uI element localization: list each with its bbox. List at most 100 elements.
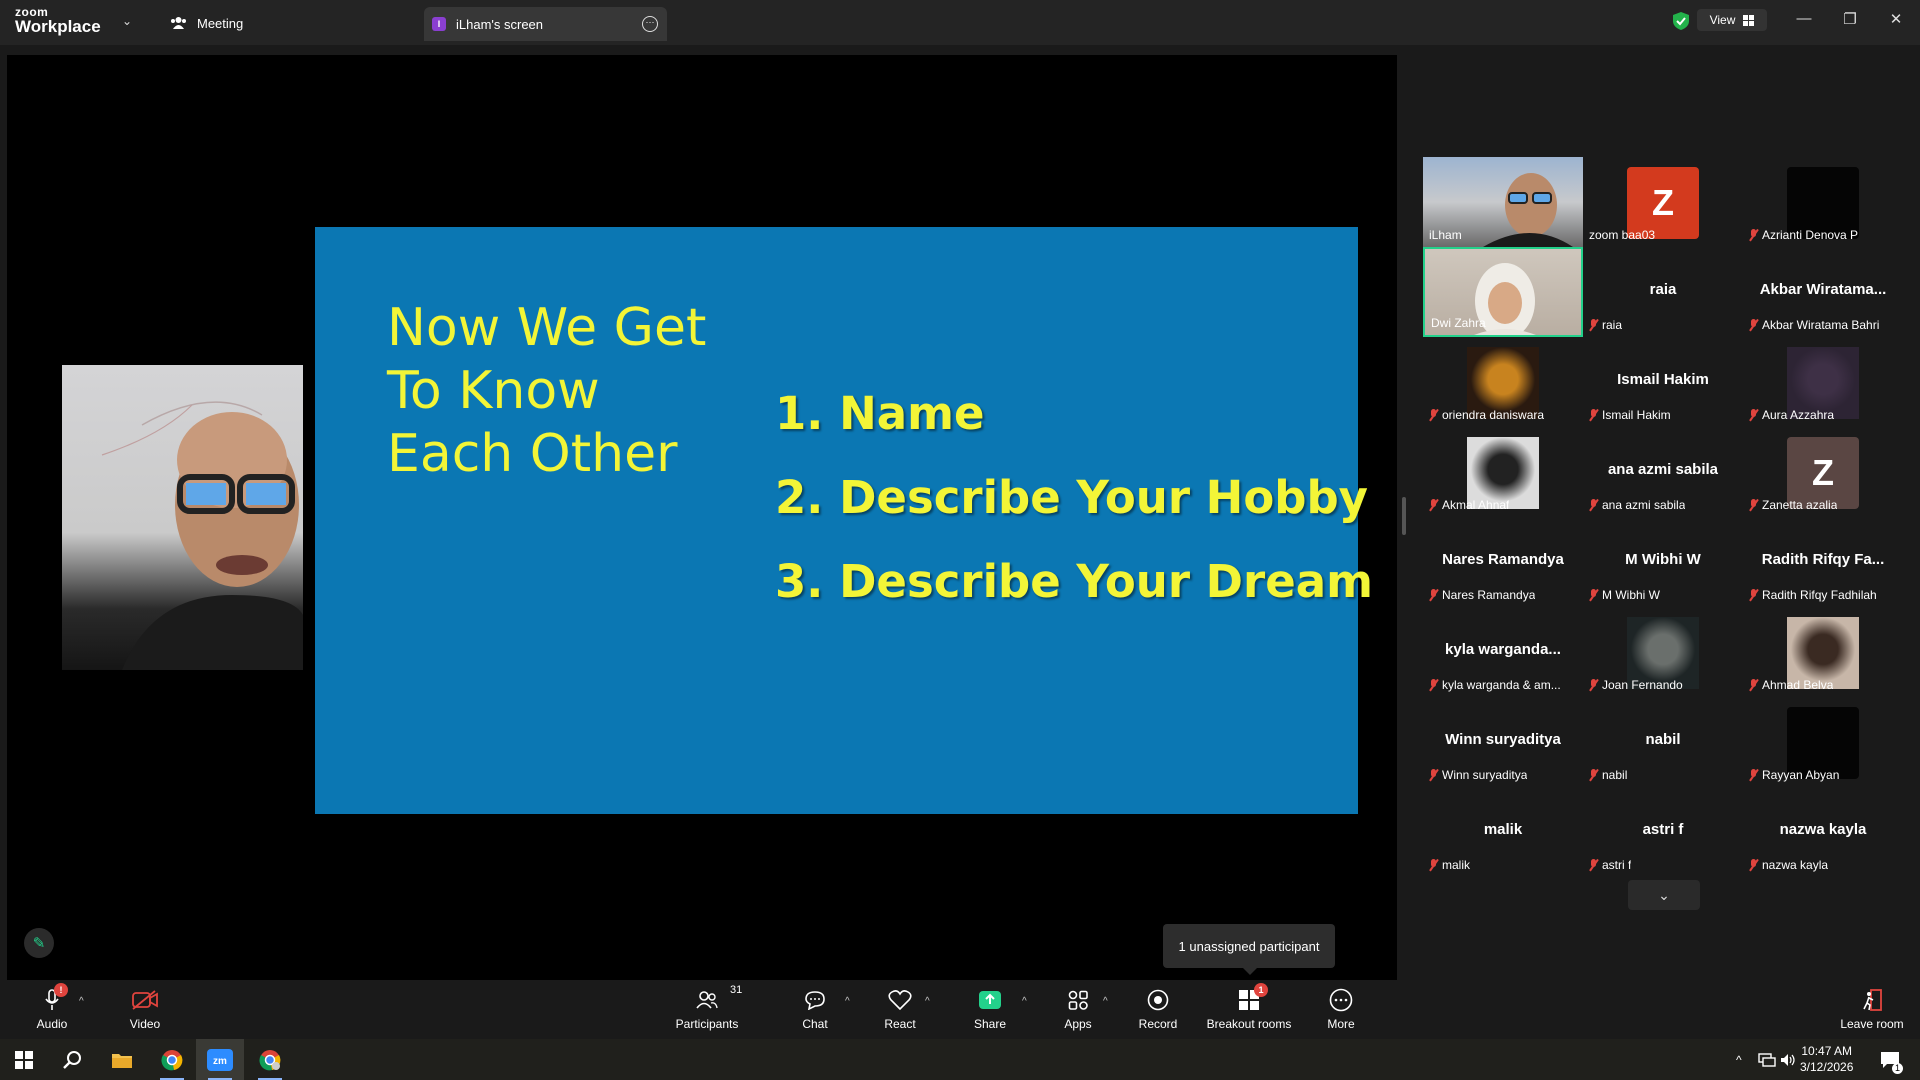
view-button[interactable]: View (1697, 9, 1767, 31)
notification-icon[interactable]: 1 (1880, 1039, 1903, 1080)
participant-tile[interactable]: Nares Ramandya Nares Ramandya (1423, 517, 1583, 607)
close-icon[interactable]: ✕ (1886, 10, 1906, 28)
zoom-app-icon[interactable]: zm (196, 1039, 244, 1080)
participant-tile[interactable]: astri f astri f (1583, 787, 1743, 877)
participant-name-label: Akmal Ahnaf (1429, 498, 1509, 512)
windows-start-icon[interactable] (0, 1039, 48, 1080)
video-button[interactable]: Video (120, 980, 170, 1039)
minimize-icon[interactable]: — (1794, 10, 1814, 27)
gallery-next-page-button[interactable]: ⌄ (1628, 880, 1700, 910)
mic-muted-icon (1429, 499, 1438, 511)
participant-name-label: Dwi Zahra (1431, 316, 1486, 330)
mic-muted-icon (1749, 499, 1758, 511)
participant-tile[interactable]: Akbar Wiratama... Akbar Wiratama Bahri (1743, 247, 1903, 337)
restore-icon[interactable]: ❐ (1840, 10, 1860, 28)
leave-room-button[interactable]: Leave room (1836, 980, 1908, 1039)
participant-name-label: nabil (1589, 768, 1627, 782)
speaker-icon[interactable] (1780, 1039, 1796, 1080)
mic-muted-icon (1429, 679, 1438, 691)
mic-muted-icon (1589, 319, 1598, 331)
audio-options-chevron-icon[interactable]: ^ (79, 996, 84, 1007)
participant-tile[interactable]: Z Zanetta azalia (1743, 427, 1903, 517)
chat-button[interactable]: Chat (795, 980, 835, 1039)
breakout-tooltip: 1 unassigned participant (1163, 924, 1335, 975)
chat-icon (805, 991, 825, 1010)
participant-tile[interactable]: malik malik (1423, 787, 1583, 877)
share-screen-icon (979, 991, 1001, 1009)
participant-tile[interactable]: Radith Rifqy Fa... Radith Rifqy Fadhilah (1743, 517, 1903, 607)
participant-tile[interactable]: Dwi Zahra (1423, 247, 1583, 337)
mic-muted-icon (1749, 409, 1758, 421)
participant-name-label: kyla warganda & am... (1429, 678, 1561, 692)
panel-resize-handle[interactable] (1402, 497, 1406, 535)
participant-display-name: Nares Ramandya (1442, 551, 1564, 568)
annotate-pencil-icon[interactable]: ✎ (24, 928, 54, 958)
apps-options-chevron-icon[interactable]: ^ (1103, 996, 1108, 1007)
participant-display-name: Ismail Hakim (1617, 371, 1709, 388)
chevron-down-icon[interactable]: ⌄ (122, 14, 132, 28)
more-icon (1329, 988, 1353, 1012)
shared-screen-stage[interactable]: Now We Get To Know Each Other 1. Name 2.… (7, 55, 1397, 980)
mic-muted-icon (1589, 859, 1598, 871)
chrome-icon[interactable] (148, 1039, 196, 1080)
participant-tile[interactable]: ana azmi sabila ana azmi sabila (1583, 427, 1743, 517)
participant-tile[interactable]: Ismail Hakim Ismail Hakim (1583, 337, 1743, 427)
participant-tile[interactable]: M Wibhi W M Wibhi W (1583, 517, 1743, 607)
participant-tile[interactable]: Ahmad Belva (1743, 607, 1903, 697)
participant-tile[interactable]: kyla warganda... kyla warganda & am... (1423, 607, 1583, 697)
participant-name-label: astri f (1589, 858, 1631, 872)
participant-tile[interactable]: iLham (1423, 157, 1583, 247)
tray-chevron-icon[interactable]: ^ (1736, 1039, 1742, 1080)
mic-muted-icon (1749, 229, 1758, 241)
participant-tile[interactable]: Rayyan Abyan (1743, 697, 1903, 787)
heart-icon (888, 990, 912, 1010)
presenter-video[interactable] (62, 365, 303, 670)
participant-tile[interactable]: oriendra daniswara (1423, 337, 1583, 427)
record-button[interactable]: Record (1138, 980, 1178, 1039)
participant-display-name: nazwa kayla (1779, 821, 1867, 838)
mic-muted-icon (1589, 769, 1598, 781)
react-options-chevron-icon[interactable]: ^ (925, 996, 930, 1007)
participant-tile[interactable]: Aura Azzahra (1743, 337, 1903, 427)
shield-check-icon[interactable] (1672, 11, 1690, 31)
share-options-chevron-icon[interactable]: ^ (1022, 996, 1027, 1007)
participant-tile[interactable]: raia raia (1583, 247, 1743, 337)
participant-name-label: M Wibhi W (1589, 588, 1660, 602)
apps-button[interactable]: Apps (1058, 980, 1098, 1039)
participant-tile[interactable]: Joan Fernando (1583, 607, 1743, 697)
participant-tile[interactable]: Azrianti Denova P (1743, 157, 1903, 247)
more-options-icon[interactable]: ··· (642, 16, 658, 32)
chat-options-chevron-icon[interactable]: ^ (845, 996, 850, 1007)
mic-muted-icon (1589, 589, 1598, 601)
tab-shared-screen-label: iLham's screen (456, 16, 544, 32)
participant-display-name: M Wibhi W (1625, 551, 1701, 568)
breakout-rooms-button[interactable]: 1 Breakout rooms (1200, 980, 1298, 1039)
participant-tile[interactable]: Zzoom baa03 (1583, 157, 1743, 247)
slide-list-item: 3. Describe Your Dream (775, 555, 1374, 608)
participant-tile[interactable]: nabil nabil (1583, 697, 1743, 787)
participant-name-label: Akbar Wiratama Bahri (1749, 318, 1879, 332)
participant-tile[interactable]: Winn suryaditya Winn suryaditya (1423, 697, 1583, 787)
mic-muted-icon (1429, 859, 1438, 871)
search-icon[interactable] (48, 1039, 96, 1080)
tab-meeting[interactable]: Meeting (170, 12, 243, 34)
chrome-profile-icon[interactable] (246, 1039, 294, 1080)
more-button[interactable]: More (1320, 980, 1362, 1039)
tab-shared-screen[interactable]: I iLham's screen ··· (424, 7, 667, 41)
participant-display-name: astri f (1642, 821, 1684, 838)
file-explorer-icon[interactable] (98, 1039, 146, 1080)
participant-tile[interactable]: Akmal Ahnaf (1423, 427, 1583, 517)
share-button[interactable]: Share (970, 980, 1010, 1039)
system-clock[interactable]: 10:47 AM 3/12/2026 (1800, 1043, 1853, 1075)
participants-icon (171, 17, 186, 29)
network-icon[interactable] (1758, 1039, 1776, 1080)
participants-button[interactable]: 31 Participants (672, 980, 743, 1039)
react-button[interactable]: React (880, 980, 920, 1039)
video-off-icon (132, 990, 158, 1010)
mic-muted-icon (1589, 409, 1598, 421)
slide-list: 1. Name 2. Describe Your Hobby 3. Descri… (775, 372, 1373, 624)
audio-button[interactable]: ! Audio (30, 980, 74, 1039)
participant-tile[interactable]: nazwa kayla nazwa kayla (1743, 787, 1903, 877)
zoom-logo[interactable]: zoom Workplace (15, 6, 101, 35)
presentation-slide: Now We Get To Know Each Other 1. Name 2.… (315, 227, 1373, 814)
